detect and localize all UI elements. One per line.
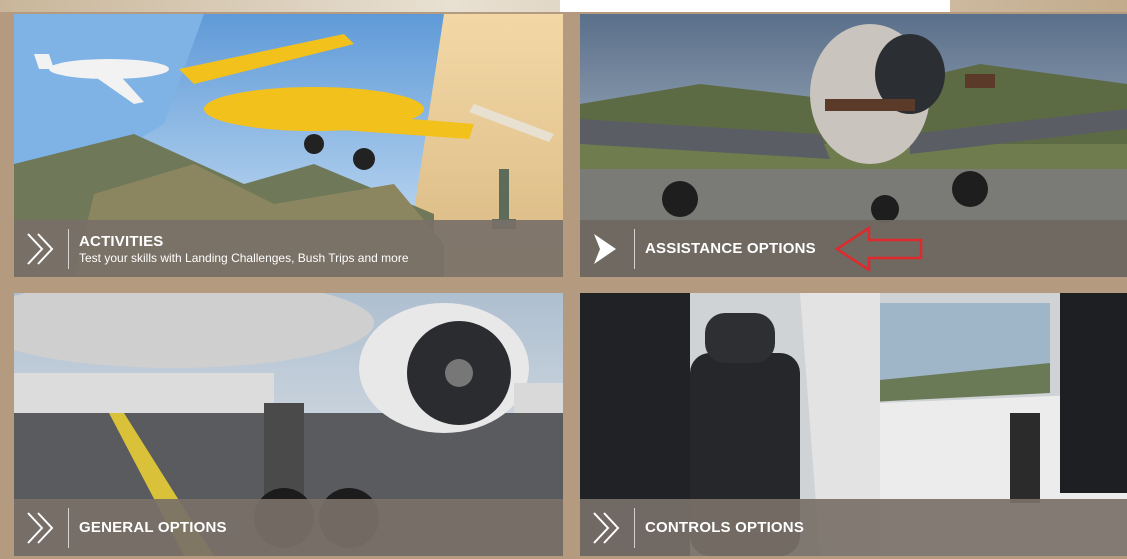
chevron-right-icon — [27, 232, 54, 265]
activities-bar: ACTIVITIES Test your skills with Landing… — [14, 220, 563, 277]
separator — [634, 507, 635, 548]
red-arrow-annotation — [835, 226, 923, 272]
assistance-options-title: ASSISTANCE OPTIONS — [645, 240, 816, 257]
controls-options-bar: CONTROLS OPTIONS — [580, 499, 1127, 556]
general-options-tile[interactable]: GENERAL OPTIONS — [14, 293, 563, 556]
separator — [68, 228, 69, 269]
separator — [634, 228, 635, 269]
activities-subtitle: Test your skills with Landing Challenges… — [79, 250, 409, 265]
activities-tile[interactable]: ACTIVITIES Test your skills with Landing… — [14, 14, 563, 277]
chevron-right-icon — [27, 511, 54, 544]
chevron-right-icon — [593, 511, 620, 544]
activities-text: ACTIVITIES Test your skills with Landing… — [79, 233, 409, 265]
activities-title: ACTIVITIES — [79, 232, 164, 250]
general-options-bar: GENERAL OPTIONS — [14, 499, 563, 556]
general-options-title: GENERAL OPTIONS — [79, 519, 227, 536]
top-frame — [0, 0, 1127, 12]
chevron-right-icon — [594, 233, 616, 264]
controls-options-tile[interactable]: CONTROLS OPTIONS — [580, 293, 1127, 556]
controls-options-title: CONTROLS OPTIONS — [645, 519, 805, 536]
separator — [68, 507, 69, 548]
top-gap — [560, 0, 950, 12]
